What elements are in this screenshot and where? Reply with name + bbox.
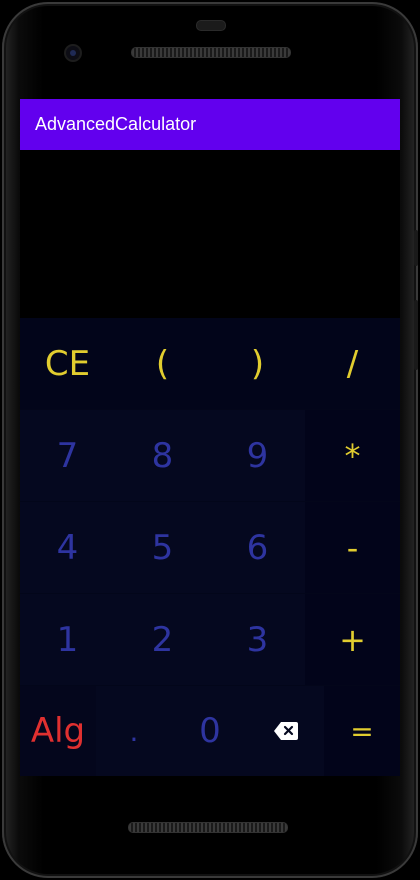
bottom-speaker-grille bbox=[128, 822, 288, 833]
app-title: AdvancedCalculator bbox=[35, 114, 197, 134]
digit-5-button[interactable]: 5 bbox=[115, 502, 210, 593]
clear-entry-button[interactable]: CE bbox=[20, 318, 115, 409]
volume-button bbox=[414, 300, 418, 370]
backspace-icon bbox=[274, 722, 298, 740]
close-paren-button[interactable]: ) bbox=[210, 318, 305, 409]
top-speaker-grille bbox=[131, 47, 291, 58]
multiply-button[interactable]: * bbox=[305, 410, 400, 501]
front-camera-icon bbox=[66, 46, 80, 60]
digit-1-button[interactable]: 1 bbox=[20, 594, 115, 685]
open-paren-button[interactable]: ( bbox=[115, 318, 210, 409]
subtract-button[interactable]: - bbox=[305, 502, 400, 593]
app-bar: AdvancedCalculator bbox=[20, 99, 400, 150]
decimal-point-button[interactable]: . bbox=[96, 686, 172, 776]
digit-8-button[interactable]: 8 bbox=[115, 410, 210, 501]
algebra-mode-button[interactable]: Alg bbox=[20, 686, 96, 776]
keypad: CE ( ) / 7 8 9 * 4 5 6 - 1 2 3 + Alg . 0… bbox=[20, 318, 400, 776]
digit-3-button[interactable]: 3 bbox=[210, 594, 305, 685]
power-button bbox=[414, 230, 418, 266]
digit-4-button[interactable]: 4 bbox=[20, 502, 115, 593]
digit-6-button[interactable]: 6 bbox=[210, 502, 305, 593]
equals-button[interactable]: = bbox=[324, 686, 400, 776]
backspace-button[interactable] bbox=[248, 686, 324, 776]
divide-button[interactable]: / bbox=[305, 318, 400, 409]
add-button[interactable]: + bbox=[305, 594, 400, 685]
digit-0-button[interactable]: 0 bbox=[172, 686, 248, 776]
digit-7-button[interactable]: 7 bbox=[20, 410, 115, 501]
calculator-display bbox=[20, 150, 400, 318]
digit-9-button[interactable]: 9 bbox=[210, 410, 305, 501]
earpiece-notch bbox=[196, 20, 226, 31]
digit-2-button[interactable]: 2 bbox=[115, 594, 210, 685]
